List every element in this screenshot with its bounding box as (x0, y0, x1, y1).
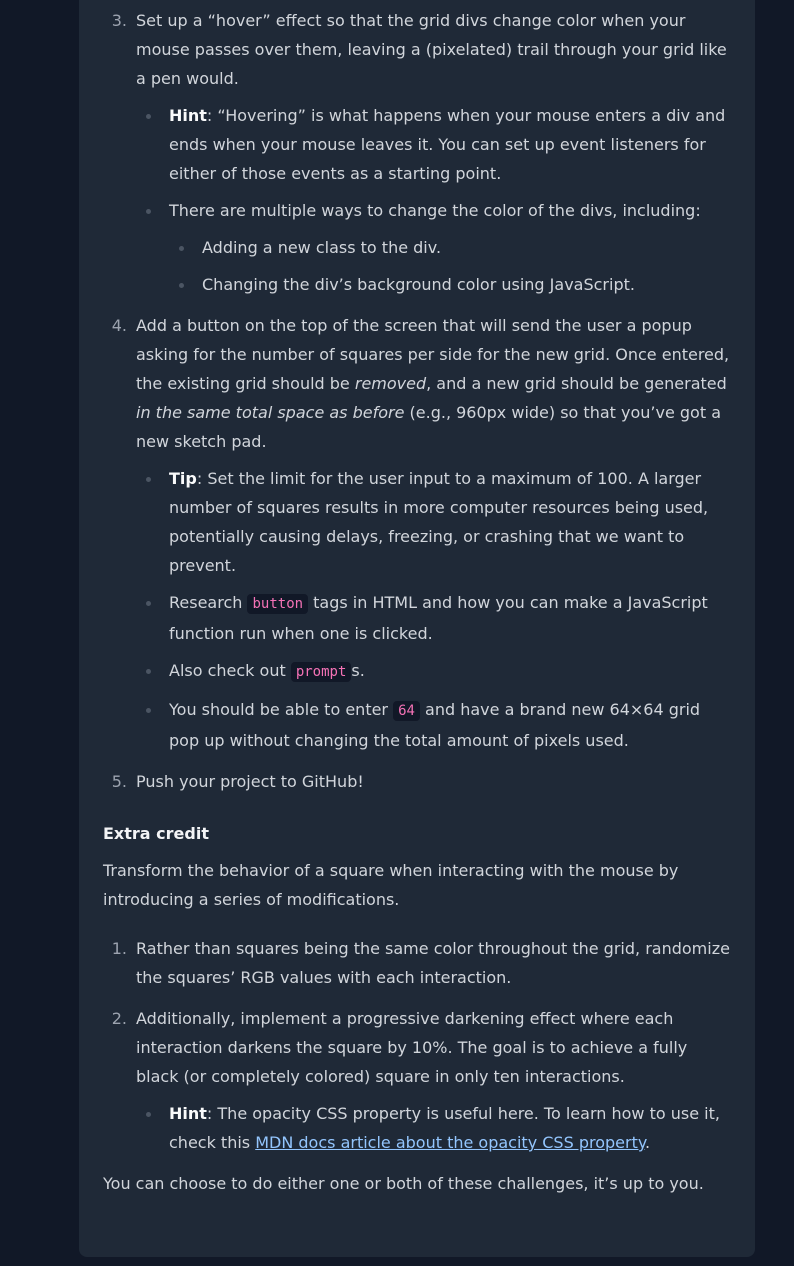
step-number: 5. (111, 772, 127, 791)
emphasis-removed: removed (354, 374, 427, 393)
step-number: 4. (111, 316, 127, 335)
lesson-content: 3. Set up a “hover” effect so that the g… (103, 6, 731, 1198)
sixty-four-code: 64 (393, 701, 420, 721)
step-5: 5. Push your project to GitHub! (103, 767, 731, 796)
hint-item: Hint: “Hovering” is what happens when yo… (103, 101, 731, 188)
enter-text: You should be able to enter (169, 700, 394, 719)
mdn-opacity-link[interactable]: MDN docs article about the opacity CSS p… (255, 1133, 645, 1152)
emphasis-same-space: in the same total space as before (136, 403, 405, 422)
way-item: Adding a new class to the div. (103, 233, 731, 262)
enter-item: You should be able to enter 64 and have … (103, 695, 731, 755)
step-3-sublist: Hint: “Hovering” is what happens when yo… (103, 101, 731, 225)
prompt-text: Also check out (169, 661, 291, 680)
extra-credit-intro: Transform the behavior of a square when … (103, 861, 679, 909)
tip-label: Tip (169, 469, 197, 488)
opacity-hint-item: Hint: The opacity CSS property is useful… (103, 1099, 731, 1157)
step-number: 3. (111, 11, 127, 30)
extra-credit-heading: Extra credit (103, 824, 209, 843)
ways-text: There are multiple ways to change the co… (169, 201, 701, 220)
step-text: Push your project to GitHub! (136, 772, 364, 791)
tip-item: Tip: Set the limit for the user input to… (103, 464, 731, 580)
way-item: Changing the div’s background color usin… (103, 270, 731, 299)
ways-sublist: Adding a new class to the div. Changing … (103, 233, 731, 299)
steps-list: 3. Set up a “hover” effect so that the g… (103, 6, 731, 796)
ways-item: There are multiple ways to change the co… (103, 196, 731, 225)
hint-label: Hint (169, 1104, 207, 1123)
prompt-item: Also check out prompt s. (103, 656, 731, 687)
hint-label: Hint (169, 106, 207, 125)
prompt-text-end: s. (351, 661, 365, 680)
extra-item-text: Rather than squares being the same color… (136, 939, 730, 987)
step-4: 4. Add a button on the top of the screen… (103, 311, 731, 755)
extra-credit-list: 1. Rather than squares being the same co… (103, 934, 731, 1157)
extra-item-2: 2. Additionally, implement a progressive… (103, 1004, 731, 1157)
extra-item-text: Additionally, implement a progressive da… (136, 1009, 688, 1086)
extra-item-2-sublist: Hint: The opacity CSS property is useful… (103, 1099, 731, 1157)
step-number: 1. (111, 939, 127, 958)
step-text: Set up a “hover” effect so that the grid… (136, 11, 727, 88)
extra-item-1: 1. Rather than squares being the same co… (103, 934, 731, 992)
extra-credit-outro: You can choose to do either one or both … (103, 1174, 704, 1193)
step-text-b: , and a new grid should be generated (426, 374, 727, 393)
step-3: 3. Set up a “hover” effect so that the g… (103, 6, 731, 299)
tip-text: : Set the limit for the user input to a … (169, 469, 709, 575)
hint-text: : “Hovering” is what happens when your m… (169, 106, 726, 183)
research-text: Research (169, 593, 248, 612)
research-item: Research button tags in HTML and how you… (103, 588, 731, 648)
hint-end: . (645, 1133, 651, 1152)
button-code: button (247, 594, 309, 614)
step-4-sublist: Tip: Set the limit for the user input to… (103, 464, 731, 755)
prompt-code: prompt (290, 662, 352, 682)
step-number: 2. (111, 1009, 127, 1028)
